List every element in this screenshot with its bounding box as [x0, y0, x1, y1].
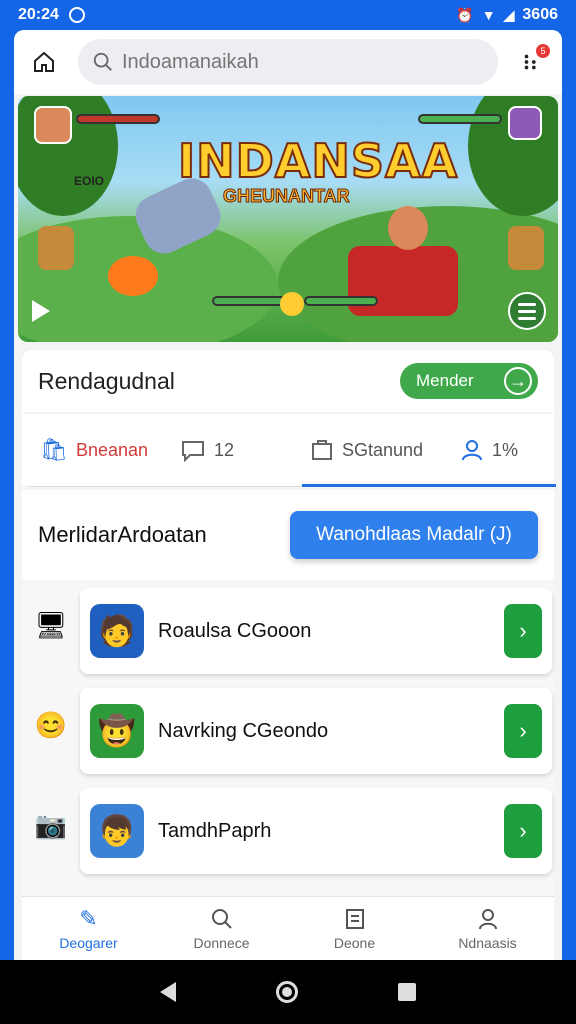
chat-icon [182, 441, 204, 462]
home-button[interactable] [24, 42, 64, 82]
tab-chat[interactable]: 12 [180, 438, 310, 462]
game-list: 🖥 🧑 Roaulsa CGooon › 😊 🤠 Navrking CGeond… [22, 582, 554, 902]
hero-icon: 👦 [90, 804, 144, 858]
nav-item-profile[interactable]: Ndnaasis [421, 897, 554, 960]
left-character [38, 226, 74, 270]
banner-menu-button[interactable] [508, 292, 546, 330]
nav-label: Deone [333, 934, 376, 951]
tab-bag[interactable]: 🛍 Bneanan [40, 437, 180, 463]
game-banner[interactable]: EOIO INDANSAA GHEUNANTAR [18, 96, 558, 342]
nav-item-search[interactable]: Donnece [155, 897, 288, 960]
energy-bar [418, 114, 502, 124]
search-icon [211, 908, 232, 929]
doc-icon [345, 908, 364, 929]
wifi-icon: ▼ [481, 7, 496, 23]
banner-subtitle: GHEUNANTAR [223, 186, 351, 207]
alarm-icon: ⏰ [456, 6, 474, 23]
bottom-nav: ✎ Deogarer Donnece Deone Ndnaasis [22, 896, 554, 960]
emoji-face [280, 292, 304, 316]
apps-menu-button[interactable]: 5 [512, 42, 552, 82]
nav-item-edit[interactable]: ✎ Deogarer [22, 897, 155, 960]
tab-store-label: SGtanund [342, 439, 424, 460]
section-header: MerlidarArdoatan Wanohdlaas Madalr (J) [22, 490, 554, 580]
recents-icon[interactable] [398, 983, 416, 1001]
search-bar[interactable] [78, 39, 498, 85]
list-item[interactable]: 🧑 Roaulsa CGooon › [80, 588, 552, 674]
top-bar: 5 [14, 30, 562, 94]
person-icon [478, 908, 497, 929]
tab-store[interactable]: SGtanund [310, 438, 460, 462]
primary-action-button[interactable]: Wanohdlaas Madalr (J) [290, 511, 538, 559]
nav-item-doc[interactable]: Deone [288, 897, 421, 960]
monitor-icon: 🖥 [34, 609, 68, 640]
mender-button-label: Mender [416, 371, 474, 390]
app-frame: 5 EOIO INDANSAA GHEUNANTAR Rendagudnal M… [14, 30, 562, 960]
featured-card-header: Rendagudnal Mender → [22, 350, 554, 412]
search-input[interactable] [122, 50, 422, 74]
banner-title: INDANSAA [177, 133, 459, 189]
open-button[interactable]: › [504, 604, 542, 658]
smile-icon: 😊 [34, 709, 68, 740]
tab-user[interactable]: 1% [460, 438, 518, 462]
tab-bag-label: Bneanan [75, 439, 149, 460]
nav-label: Ndnaasis [458, 934, 517, 951]
back-icon[interactable] [160, 982, 176, 1002]
tab-user-label: 1% [492, 439, 519, 460]
tab-chat-label: 12 [214, 439, 235, 460]
tab-bar: 🛍 Bneanan 12 SGtanund 1% [22, 414, 554, 486]
section-title: MerlidarArdoatan [38, 522, 207, 547]
home-icon [34, 51, 54, 72]
home-circle-icon[interactable] [276, 981, 298, 1003]
user-icon [462, 440, 482, 461]
progress-bar-left [212, 296, 286, 306]
nav-label: Donnece [193, 934, 250, 951]
play-button[interactable] [32, 300, 50, 322]
vpn-icon [68, 7, 85, 23]
list-item[interactable]: 🤠 Navrking CGeondo › [80, 688, 552, 774]
hero-character [388, 206, 428, 250]
open-button[interactable]: › [504, 704, 542, 758]
system-nav-bar [0, 960, 576, 1024]
avatar-portrait [34, 106, 72, 144]
active-tab-indicator [302, 484, 556, 487]
status-bar: 20:24 ⏰ ▼ ◢ 3606 [0, 0, 576, 30]
store-icon [312, 440, 332, 460]
progress-bar-right [304, 296, 378, 306]
hud-label: EOIO [74, 174, 105, 188]
enemy-portrait [508, 106, 542, 140]
nav-label: Deogarer [59, 934, 118, 951]
card-title: Rendagudnal [38, 367, 175, 394]
fire-illustration [108, 256, 158, 296]
search-icon [93, 52, 112, 71]
list-item-name: Roaulsa CGooon [158, 619, 312, 642]
mender-button[interactable]: Mender → [400, 363, 538, 399]
list-item-name: Navrking CGeondo [158, 719, 329, 742]
bag-icon: 🛍 [40, 437, 68, 462]
list-item[interactable]: 👦 TamdhPaprh › [80, 788, 552, 874]
right-character [508, 226, 544, 270]
cell-signal-icon: ◢ [503, 6, 515, 23]
camera-icon: 📷 [34, 809, 68, 840]
status-signal-text: 3606 [522, 6, 558, 23]
open-button[interactable]: › [504, 804, 542, 858]
status-time: 20:24 [18, 6, 59, 23]
character-icon: 🧑 [90, 604, 144, 658]
list-item-name: TamdhPaprh [158, 819, 272, 842]
health-bar [76, 114, 160, 124]
edit-icon: ✎ [79, 905, 98, 931]
notification-badge: 5 [536, 44, 550, 58]
arrow-right-icon: → [504, 367, 532, 395]
explorer-icon: 🤠 [90, 704, 144, 758]
